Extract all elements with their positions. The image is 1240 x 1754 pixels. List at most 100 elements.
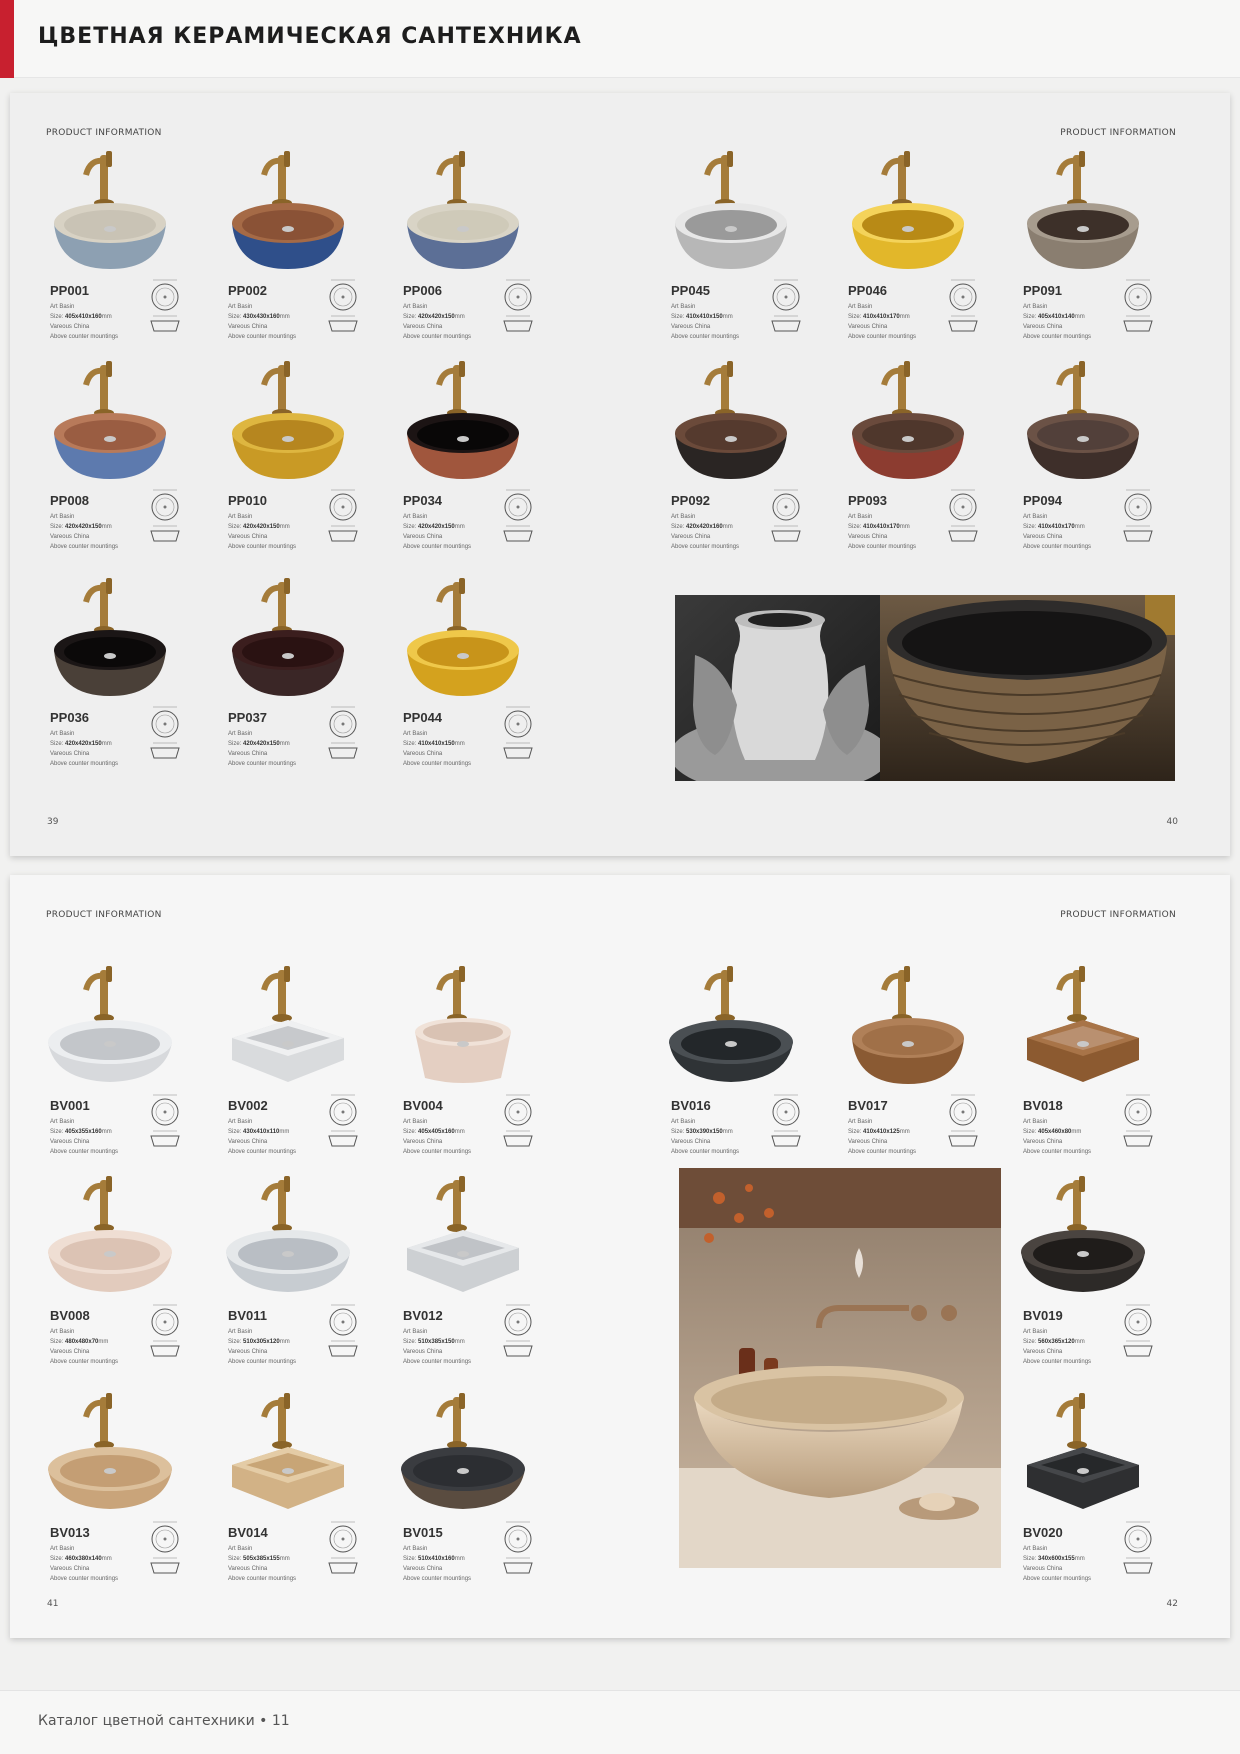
product-info-label-right: PRODUCT INFORMATION — [1060, 128, 1176, 138]
product-code: BV001 — [50, 1098, 90, 1113]
product-type: Art Basin — [671, 1119, 696, 1125]
product-mounting: Above counter mountings — [1023, 544, 1092, 550]
technical-drawing-icon — [145, 273, 185, 337]
product-specs: Art Basin Size: 405x410x160mm Vareous Chin… — [50, 302, 118, 342]
product-size: Size: 405x460x80mm — [1023, 1127, 1091, 1137]
size-label: Size: — [50, 314, 64, 320]
product-type: Art Basin — [1023, 1329, 1048, 1335]
basin-image — [393, 1170, 533, 1300]
product-type: Art Basin — [403, 1329, 428, 1335]
product-type: Art Basin — [671, 304, 696, 310]
size-value: 460x380x140 — [65, 1556, 102, 1562]
basin-image — [838, 960, 978, 1090]
product-info-label-left: PRODUCT INFORMATION — [46, 128, 162, 138]
technical-drawing-icon — [498, 700, 538, 764]
size-label: Size: — [50, 1339, 64, 1345]
drain-icon — [457, 226, 469, 232]
technical-drawing-icon — [943, 1088, 983, 1152]
product-origin: Vareous China — [50, 1566, 90, 1572]
technical-drawing-icon — [145, 700, 185, 764]
faucet-icon — [261, 151, 292, 207]
faucet-icon — [83, 151, 114, 207]
size-unit: mm — [279, 741, 290, 747]
product-code: BV016 — [671, 1098, 711, 1113]
drain-icon — [457, 1251, 469, 1257]
product-type: Art Basin — [848, 1119, 873, 1125]
size-unit: mm — [454, 741, 465, 747]
size-value: 410x410x170 — [863, 314, 900, 320]
basin-image — [1013, 145, 1153, 275]
product-size: Size: 410x410x170mm — [848, 312, 916, 322]
basin-image — [40, 145, 180, 275]
technical-drawing-icon — [145, 1088, 185, 1152]
size-unit: mm — [101, 741, 112, 747]
product-code: BV002 — [228, 1098, 268, 1113]
faucet-icon — [704, 361, 735, 417]
product-specs: Art Basin Size: 430x410x110mm Vareous Chin… — [228, 1117, 296, 1157]
product-type: Art Basin — [1023, 304, 1048, 310]
product-type: Art Basin — [403, 1119, 428, 1125]
product-size: Size: 340x600x155mm — [1023, 1554, 1091, 1564]
size-unit: mm — [101, 1129, 112, 1135]
product-type: Art Basin — [1023, 1546, 1048, 1552]
size-unit: mm — [454, 1129, 465, 1135]
size-value: 430x430x160 — [243, 314, 280, 320]
size-label: Size: — [403, 314, 417, 320]
product-specs: Art Basin Size: 480x480x70mm Vareous China… — [50, 1327, 118, 1367]
product-card-pp006: PP006 Art Basin Size: 420x420x150mm Vareous… — [393, 145, 553, 345]
product-card-bv017: BV017 Art Basin Size: 410x410x125mm Vareous… — [838, 960, 998, 1160]
size-label: Size: — [50, 741, 64, 747]
product-origin: Vareous China — [50, 1139, 90, 1145]
basin-image — [218, 355, 358, 485]
product-mounting: Above counter mountings — [848, 334, 917, 340]
product-specs: Art Basin Size: 410x410x125mm Vareous Chin… — [848, 1117, 916, 1157]
size-label: Size: — [1023, 314, 1037, 320]
product-type: Art Basin — [228, 304, 253, 310]
basin-image — [40, 960, 180, 1090]
drain-icon — [902, 1041, 914, 1047]
product-origin: Vareous China — [848, 1139, 888, 1145]
product-code: BV012 — [403, 1308, 443, 1323]
product-mounting: Above counter mountings — [50, 544, 119, 550]
size-value: 530x390x150 — [686, 1129, 723, 1135]
size-label: Size: — [228, 524, 242, 530]
basin-image — [218, 1387, 358, 1517]
product-type: Art Basin — [50, 731, 75, 737]
product-specs: Art Basin Size: 430x430x160mm Vareous Chin… — [228, 302, 296, 342]
product-code: BV014 — [228, 1525, 268, 1540]
faucet-icon — [436, 578, 467, 634]
faucet-icon — [83, 578, 114, 634]
product-type: Art Basin — [403, 514, 428, 520]
product-type: Art Basin — [50, 514, 75, 520]
product-mounting: Above counter mountings — [403, 761, 472, 767]
size-label: Size: — [50, 524, 64, 530]
product-specs: Art Basin Size: 510x410x160mm Vareous Chin… — [403, 1544, 471, 1584]
drain-icon — [282, 653, 294, 659]
size-value: 410x410x150 — [418, 741, 455, 747]
size-value: 420x420x150 — [65, 741, 102, 747]
size-label: Size: — [228, 741, 242, 747]
product-card-pp001: PP001 Art Basin Size: 405x410x160mm Vareous… — [40, 145, 200, 345]
product-size: Size: 560x365x120mm — [1023, 1337, 1091, 1347]
page-number-left: 41 — [47, 1599, 59, 1609]
size-value: 410x410x170 — [863, 524, 900, 530]
basin-image — [838, 355, 978, 485]
size-label: Size: — [228, 1556, 242, 1562]
size-unit: mm — [279, 1129, 290, 1135]
size-unit: mm — [899, 314, 910, 320]
product-origin: Vareous China — [228, 751, 268, 757]
size-value: 405x460x80 — [1038, 1129, 1072, 1135]
basin-image — [1013, 960, 1153, 1090]
product-mounting: Above counter mountings — [50, 334, 119, 340]
size-unit: mm — [279, 314, 290, 320]
product-type: Art Basin — [228, 514, 253, 520]
size-value: 420x420x150 — [243, 741, 280, 747]
size-value: 405x410x140 — [1038, 314, 1075, 320]
product-mounting: Above counter mountings — [403, 1576, 472, 1582]
product-code: PP010 — [228, 493, 268, 508]
page-number-right: 42 — [1166, 1599, 1178, 1609]
product-mounting: Above counter mountings — [1023, 1359, 1092, 1365]
product-code: PP037 — [228, 710, 268, 725]
product-mounting: Above counter mountings — [228, 761, 297, 767]
product-origin: Vareous China — [403, 324, 443, 330]
